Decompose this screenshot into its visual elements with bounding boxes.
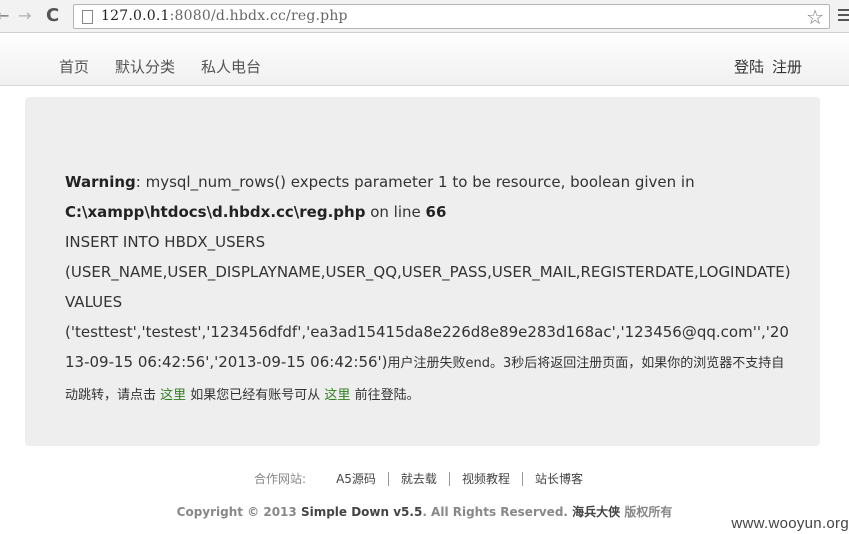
sql-line-3: VALUES — [65, 293, 123, 311]
browser-menu-icon[interactable] — [838, 9, 849, 24]
on-line-text: on line — [365, 203, 426, 221]
sql-values-and-notice: ('testtest','testest','123456dfdf','ea3a… — [65, 317, 795, 411]
login-link[interactable]: 登陆 — [734, 58, 764, 76]
sql-line-1: INSERT INTO HBDX_USERS — [65, 233, 266, 251]
watermark: www.wooyun.org — [731, 515, 849, 532]
copyright: Copyright © 2013 Simple Down v5.5. All R… — [0, 503, 849, 520]
warning-text: : mysql_num_rows() expects parameter 1 t… — [135, 173, 695, 191]
user-nav: 登陆 注册 — [726, 56, 802, 77]
partner-link-video[interactable]: 视频教程 — [448, 472, 522, 486]
file-line: C:\xampp\htdocs\d.hbdx.cc\reg.php on lin… — [65, 197, 795, 227]
copyright-mid: . All Rights Reserved. — [422, 505, 573, 519]
nav-item-home[interactable]: 首页 — [59, 58, 89, 76]
error-message: Warning: mysql_num_rows() expects parame… — [65, 167, 795, 411]
main-nav: 首页 默认分类 私人电台 — [59, 56, 287, 77]
retry-link[interactable]: 这里 — [160, 388, 186, 403]
forward-arrow-icon[interactable]: → — [18, 6, 31, 26]
owner-name: 海兵大侠 — [572, 505, 621, 519]
nav-item-private-radio[interactable]: 私人电台 — [201, 58, 261, 76]
product-name: Simple Down v5.5 — [300, 505, 423, 519]
login-here-link[interactable]: 这里 — [324, 388, 350, 403]
copyright-suffix: 版权所有 — [620, 505, 673, 519]
warning-label: Warning — [65, 173, 136, 191]
copyright-prefix: Copyright © 2013 — [176, 505, 301, 519]
partners-label: 合作网站: — [254, 472, 307, 486]
account-notice: 如果您已经有账号可从 — [186, 388, 325, 403]
url-path: :8080/d.hbdx.cc/reg.php — [169, 8, 348, 24]
site-navbar: 首页 默认分类 私人电台 登陆 注册 — [0, 33, 849, 86]
address-bar[interactable]: 127.0.0.1:8080/d.hbdx.cc/reg.php ☆ — [73, 4, 830, 29]
login-notice: 前往登陆。 — [350, 388, 420, 403]
message-panel: Warning: mysql_num_rows() expects parame… — [25, 97, 820, 446]
browser-toolbar: ← → C 127.0.0.1:8080/d.hbdx.cc/reg.php ☆ — [0, 0, 849, 33]
partner-link-jiuquzai[interactable]: 就去载 — [387, 472, 449, 486]
url-host: 127.0.0.1 — [101, 8, 170, 24]
bookmark-star-icon[interactable]: ☆ — [806, 5, 824, 29]
sql-line-2: (USER_NAME,USER_DISPLAYNAME,USER_QQ,USER… — [65, 263, 791, 281]
back-arrow-icon[interactable]: ← — [0, 6, 9, 26]
nav-item-default-category[interactable]: 默认分类 — [115, 58, 175, 76]
warning-line: Warning: mysql_num_rows() expects parame… — [65, 167, 795, 197]
partner-links: 合作网站: A5源码 就去载 视频教程 站长博客 — [0, 470, 849, 487]
page-icon — [82, 10, 93, 24]
line-number: 66 — [425, 203, 447, 221]
partner-link-blog[interactable]: 站长博客 — [521, 472, 595, 486]
url-text[interactable]: 127.0.0.1:8080/d.hbdx.cc/reg.php — [101, 8, 348, 24]
partner-link-a5[interactable]: A5源码 — [324, 472, 388, 486]
reload-icon[interactable]: C — [46, 6, 59, 26]
file-path: C:\xampp\htdocs\d.hbdx.cc\reg.php — [65, 203, 366, 221]
register-link[interactable]: 注册 — [772, 58, 802, 76]
